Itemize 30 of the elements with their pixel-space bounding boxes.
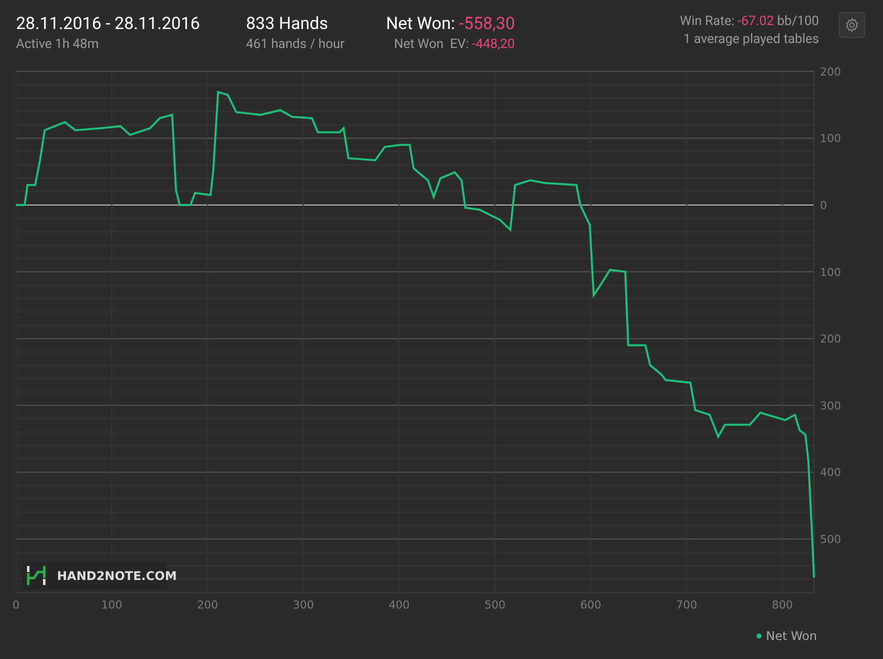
active-time: Active 1h 48m [16,37,100,52]
axis-label: 500 [820,533,841,546]
axis-label: 100 [820,132,841,146]
axis-label: 100 [820,266,841,279]
settings-icon [844,17,860,33]
axis-label: 800 [772,598,793,612]
axis-label: 300 [292,598,314,612]
average-tables: 1 average played tables [683,32,819,47]
axis-label: 500 [484,598,506,612]
legend-label: Net Won [766,629,817,643]
axis-label: 200 [197,598,218,612]
axis-label: 100 [101,598,122,612]
axis-label: 200 [820,332,841,346]
axis-label: 400 [820,466,841,480]
win-rate: Win Rate: -67.02 bb/100 [680,14,819,29]
hands-count: 833 Hands [246,14,330,34]
axis-label: 300 [820,399,841,412]
settings-button[interactable] [839,12,865,38]
date-range: 28.11.2016 - 28.11.2016 [16,14,201,34]
axis-label: 400 [388,598,410,612]
axis-label: 200 [820,65,841,78]
axis-label: 700 [676,598,698,612]
axis-label: 600 [580,598,602,612]
logo-text: HAND2NOTE.COM [57,569,177,583]
net-won-ev: Net Won EV: -448,20 [393,37,516,52]
net-won: Net Won: -558,30 [386,14,516,34]
axis-label: 0 [12,598,20,612]
logo-icon [27,566,46,585]
hands-rate: 461 hands / hour [246,37,346,52]
axis-label: 0 [820,199,827,212]
